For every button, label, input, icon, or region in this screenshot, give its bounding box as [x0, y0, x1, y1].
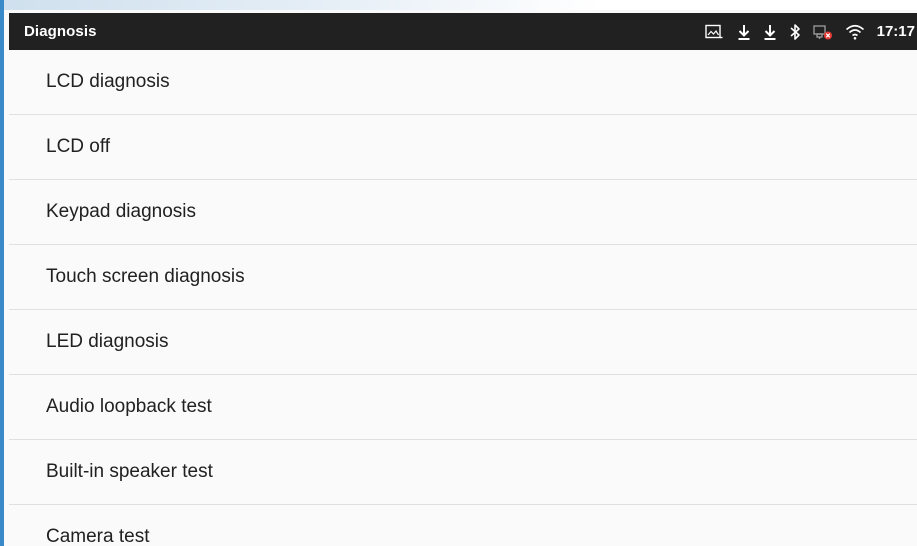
- status-bar-title: Diagnosis: [24, 23, 97, 40]
- download-icon: [763, 13, 777, 50]
- list-item-label: Audio loopback test: [46, 396, 212, 417]
- window-edge-top: [0, 0, 917, 10]
- list-item-lcd-off[interactable]: LCD off: [9, 115, 917, 180]
- status-bar: Diagnosis 17:17: [9, 13, 917, 50]
- wifi-icon: [845, 13, 865, 50]
- list-item-camera-test[interactable]: Camera test: [9, 505, 917, 546]
- list-item-led-diagnosis[interactable]: LED diagnosis: [9, 310, 917, 375]
- window-edge-left: [0, 0, 4, 546]
- list-item-touch-screen-diagnosis[interactable]: Touch screen diagnosis: [9, 245, 917, 310]
- status-time: 17:17: [876, 23, 915, 40]
- list-item-label: Touch screen diagnosis: [46, 266, 245, 287]
- download-icon: [737, 13, 751, 50]
- list-item-built-in-speaker-test[interactable]: Built-in speaker test: [9, 440, 917, 505]
- network-disconnected-icon: [812, 13, 833, 50]
- list-item-audio-loopback-test[interactable]: Audio loopback test: [9, 375, 917, 440]
- list-item-label: Keypad diagnosis: [46, 201, 196, 222]
- list-item-label: Built-in speaker test: [46, 461, 213, 482]
- list-item-keypad-diagnosis[interactable]: Keypad diagnosis: [9, 180, 917, 245]
- list-item-lcd-diagnosis[interactable]: LCD diagnosis: [9, 50, 917, 115]
- status-icons: 17:17: [704, 13, 917, 50]
- list-item-label: LCD off: [46, 136, 111, 157]
- list-item-label: LED diagnosis: [46, 331, 169, 352]
- diagnosis-list: LCD diagnosis LCD off Keypad diagnosis T…: [9, 50, 917, 546]
- bluetooth-icon: [789, 13, 801, 50]
- device-screen: Diagnosis 17:17 LCD diagnosis LCD off Ke…: [0, 0, 917, 546]
- list-item-label: LCD diagnosis: [46, 71, 170, 92]
- screenshot-icon: [704, 13, 723, 50]
- list-item-label: Camera test: [46, 526, 150, 546]
